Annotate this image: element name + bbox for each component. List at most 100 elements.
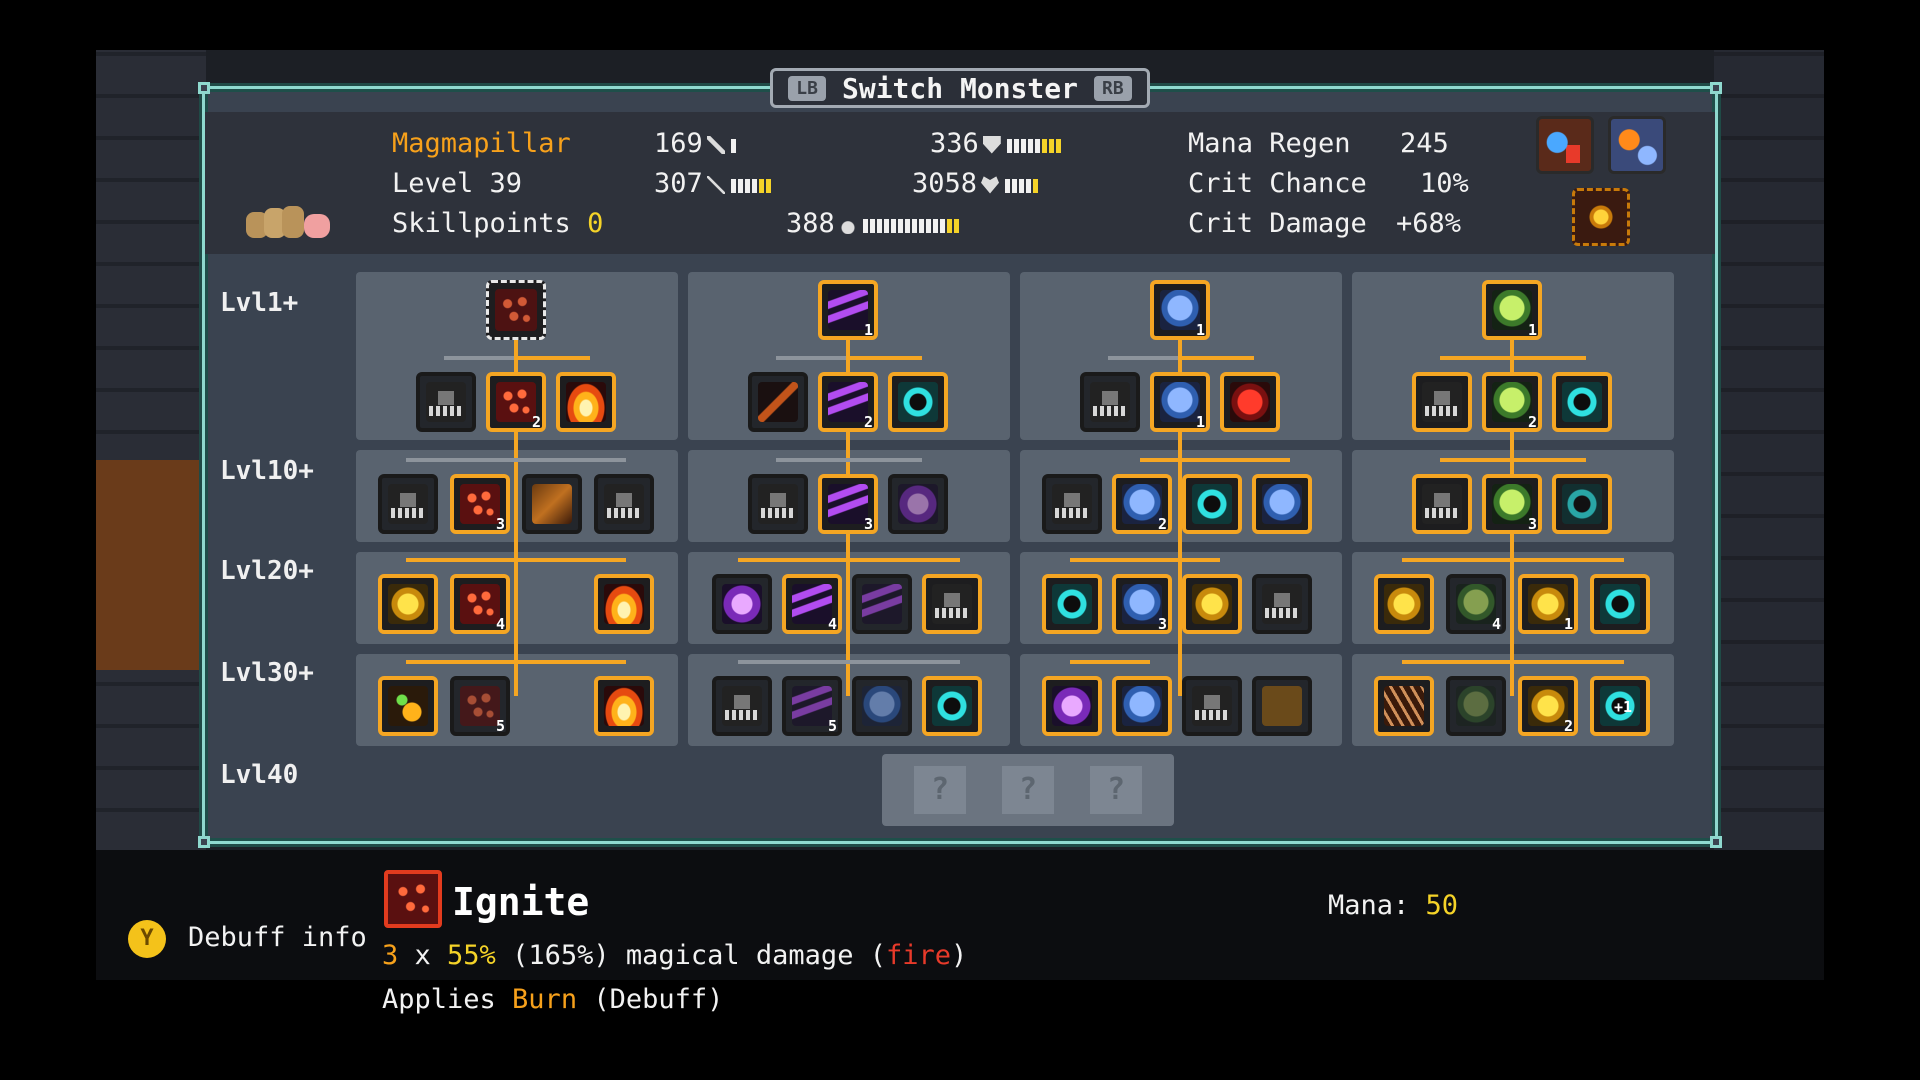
skill-node-plus-one[interactable]: +1 (1590, 676, 1650, 736)
skill-node-heal-shield[interactable] (1252, 474, 1312, 534)
skill-node-lightning[interactable] (1182, 574, 1242, 634)
rb-button[interactable]: RB (1094, 75, 1132, 101)
skill-node-heart-shield[interactable] (1042, 676, 1102, 736)
row-label-lvl30: Lvl30+ (220, 658, 314, 688)
frame-corner (198, 836, 210, 848)
skill-node-claw-marks[interactable] (1374, 676, 1434, 736)
skill-node-flame[interactable] (556, 372, 616, 432)
damage-percent: 55% (447, 940, 496, 971)
skill-node-guard[interactable]: 1 (1150, 372, 1210, 432)
skill-node-claw-3[interactable]: 4 (782, 574, 842, 634)
crit-damage-value: +68% (1396, 208, 1462, 239)
skill-node-guard-3[interactable]: 3 (1112, 574, 1172, 634)
crit-chance-label: Crit Chance (1188, 168, 1367, 199)
skill-node-demon[interactable] (1220, 372, 1280, 432)
skill-node-dark-slash[interactable] (852, 574, 912, 634)
skill-node-poison-fire[interactable] (378, 676, 438, 736)
y-button-icon[interactable]: Y (128, 920, 166, 958)
skill-node-mana-stat[interactable] (922, 574, 982, 634)
skill-node-magic-stat[interactable] (378, 474, 438, 534)
skill-node-leaf[interactable]: 2 (1482, 372, 1542, 432)
skill-node-leaf-4[interactable] (1446, 676, 1506, 736)
skill-node-claw-root[interactable]: 1 (818, 280, 878, 340)
stat-mana: 388 (786, 208, 961, 240)
frame-corner (1710, 82, 1722, 94)
skill-node-defense-stat-3[interactable] (1042, 474, 1102, 534)
skill-node-shadow-up[interactable] (712, 574, 772, 634)
skill-node-guard-2[interactable]: 2 (1112, 474, 1172, 534)
skill-node-ignite-2[interactable]: 3 (450, 474, 510, 534)
skill-node-eclipse[interactable] (1552, 474, 1612, 534)
mana-icon (838, 215, 857, 234)
skill-node-leaf-root[interactable]: 1 (1482, 280, 1542, 340)
effect-line: Applies Burn (Debuff) (382, 984, 724, 1015)
ignite-icon (384, 870, 442, 928)
skill-node-health-stat[interactable] (748, 474, 808, 534)
water-up-icon[interactable] (1536, 116, 1594, 174)
defense-pips (1006, 129, 1063, 160)
magic-value: 307 (654, 168, 703, 199)
skill-node-water-dome[interactable] (888, 372, 948, 432)
skill-node-vortex[interactable] (922, 676, 982, 736)
locked-skill-slot[interactable]: ? (1002, 766, 1054, 814)
skill-node-defense-stat-2[interactable] (712, 676, 772, 736)
monster-name: Magmapillar (392, 128, 571, 159)
skill-node-claw-4[interactable]: 5 (782, 676, 842, 736)
skill-node-gold-shield-2[interactable]: 2 (1518, 676, 1578, 736)
sun-trait-icon[interactable] (1572, 188, 1630, 246)
frame-corner (198, 82, 210, 94)
attack-pips (730, 129, 738, 160)
skill-node-ignite-4[interactable]: 5 (450, 676, 510, 736)
skill-node-claw[interactable]: 2 (818, 372, 878, 432)
switch-monster-bar[interactable]: LB Switch Monster RB (770, 68, 1150, 108)
skill-node-fireball[interactable] (522, 474, 582, 534)
skill-node-rune[interactable] (1252, 676, 1312, 736)
skillpoints-label: Skillpoints (392, 208, 571, 239)
health-pips (1005, 169, 1040, 200)
skill-node-leaf-3[interactable]: 4 (1446, 574, 1506, 634)
element-fire: fire (885, 940, 951, 971)
skill-node-attack-stat[interactable] (416, 372, 476, 432)
skill-node-magic-stat-3[interactable] (1182, 676, 1242, 736)
defense-value: 336 (930, 128, 979, 159)
skill-node-mana-stat-2[interactable] (1412, 372, 1472, 432)
skill-node-crystal-shield[interactable] (1112, 676, 1172, 736)
skill-node-ignite-root[interactable] (486, 280, 546, 340)
skill-node-health-stat-2[interactable] (1080, 372, 1140, 432)
fire-shield-icon[interactable] (1608, 116, 1666, 174)
skill-node-ignite[interactable]: 2 (486, 372, 546, 432)
skill-node-black-hole[interactable] (1552, 372, 1612, 432)
skill-name: Ignite (452, 880, 590, 924)
skill-node-dark-shield[interactable] (852, 676, 912, 736)
monster-level: Level 39 (392, 168, 523, 199)
wall-left (96, 50, 206, 850)
skill-node-fire-gem[interactable] (378, 574, 438, 634)
skill-node-defense-stat[interactable] (594, 474, 654, 534)
skill-node-guard-root[interactable]: 1 (1150, 280, 1210, 340)
skill-node-leaf-2[interactable]: 3 (1482, 474, 1542, 534)
lb-button[interactable]: LB (788, 75, 826, 101)
skillpoints-row: Skillpoints 0 (392, 208, 603, 239)
skill-node-gold-shield[interactable]: 1 (1518, 574, 1578, 634)
skill-node-blaze[interactable] (594, 574, 654, 634)
locked-skill-slot[interactable]: ? (914, 766, 966, 814)
skill-node-sun-ring[interactable] (1374, 574, 1434, 634)
skill-node-dark-blade[interactable] (748, 372, 808, 432)
debuff-info-label[interactable]: Debuff info (188, 922, 367, 953)
skill-node-mana-shield[interactable] (1042, 574, 1102, 634)
skill-node-inferno[interactable] (594, 676, 654, 736)
wand-icon (706, 175, 725, 194)
row-label-lvl40: Lvl40 (220, 760, 299, 790)
skill-node-dark-orb[interactable] (888, 474, 948, 534)
locked-skill-slot[interactable]: ? (1090, 766, 1142, 814)
skill-node-magic-stat-2[interactable] (1252, 574, 1312, 634)
skillpoints-value: 0 (587, 208, 604, 239)
skill-node-claw-2[interactable]: 3 (818, 474, 878, 534)
skill-node-defense-stat-4[interactable] (1412, 474, 1472, 534)
skill-node-ignite-3[interactable]: 4 (450, 574, 510, 634)
skill-node-water-orb[interactable] (1590, 574, 1650, 634)
mana-cost-value: 50 (1425, 890, 1459, 921)
skill-node-ring[interactable] (1182, 474, 1242, 534)
row-label-lvl1: Lvl1+ (220, 288, 299, 318)
health-value: 3058 (912, 168, 978, 199)
